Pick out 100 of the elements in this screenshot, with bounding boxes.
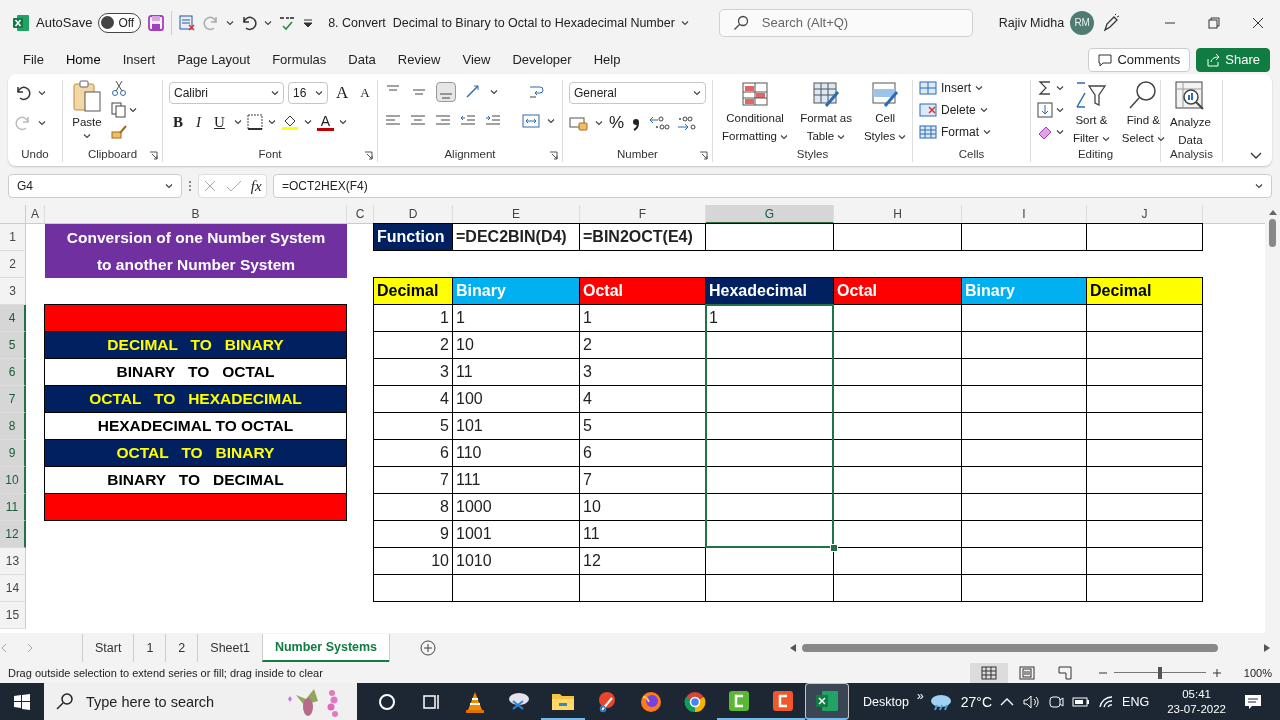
decrease-decimal-icon[interactable] [676, 114, 699, 132]
ribbon-tab[interactable]: Review [388, 47, 450, 72]
sheet-tab[interactable]: Sheet1 [197, 634, 262, 662]
sum-icon[interactable] [1037, 80, 1053, 96]
dialog-launcher-icon[interactable] [549, 151, 558, 160]
toolbar-more[interactable]: » [916, 688, 924, 703]
ribbon-tab[interactable]: Page Layout [168, 47, 260, 72]
customize-icon[interactable] [302, 16, 315, 29]
caret-icon[interactable] [490, 89, 498, 95]
borders-icon[interactable] [246, 114, 263, 130]
sheet-tab[interactable]: 1 [133, 634, 166, 662]
row-header[interactable]: 12 [0, 521, 26, 548]
caret-icon[interactable] [979, 107, 988, 113]
font-color-button[interactable]: A [316, 113, 335, 131]
save-icon[interactable] [147, 13, 166, 32]
horizontal-scrollbar[interactable] [790, 641, 1270, 655]
collapse-ribbon-icon[interactable] [1250, 152, 1262, 160]
speaker-icon[interactable] [1022, 693, 1041, 710]
caret-icon[interactable] [975, 85, 983, 91]
cell-styles-button[interactable]: Cell Styles [860, 80, 910, 144]
conditional-formatting-button[interactable]: Conditional Formatting [719, 80, 792, 144]
autosave-toggle[interactable]: Off [98, 12, 142, 33]
zoom-thumb[interactable] [1157, 667, 1162, 679]
bold-button[interactable]: B [169, 113, 187, 131]
dialog-launcher-icon[interactable] [364, 151, 373, 160]
camera-icon[interactable] [1048, 693, 1065, 710]
caret-icon[interactable] [129, 107, 137, 113]
taskbar-search-field[interactable]: Type here to search [44, 683, 357, 720]
ribbon-tab[interactable]: Help [584, 47, 630, 72]
row-header[interactable]: 2 [0, 251, 26, 278]
fill-down-icon[interactable] [1037, 102, 1053, 118]
caret-icon[interactable] [264, 19, 273, 26]
scroll-right-icon[interactable] [1264, 644, 1270, 652]
format-as-table-button[interactable]: Format as Table [797, 80, 855, 144]
row-header[interactable]: 5 [0, 332, 26, 359]
user-avatar[interactable]: RM [1070, 10, 1095, 35]
ribbon-tab[interactable]: Home [56, 47, 110, 72]
caret-icon[interactable] [1255, 183, 1263, 189]
restore-icon[interactable] [1208, 16, 1220, 29]
caret-icon[interactable] [595, 120, 603, 126]
row-header[interactable]: 15 [0, 602, 26, 629]
row-header[interactable]: 8 [0, 413, 26, 440]
ribbon-tab[interactable]: View [453, 47, 500, 72]
clock[interactable]: 05:41 23-07-2022 [1167, 686, 1226, 717]
caret-icon[interactable] [1056, 107, 1064, 113]
cut-icon[interactable] [111, 80, 127, 96]
language-indicator[interactable]: ENG [1122, 694, 1150, 709]
row-header[interactable]: 9 [0, 440, 26, 467]
row-header[interactable]: 10 [0, 467, 26, 494]
search-field[interactable]: Search (Alt+Q) [718, 8, 973, 37]
column-header[interactable]: A [26, 205, 45, 224]
caret-icon[interactable] [780, 134, 789, 140]
format-painter-icon[interactable] [111, 124, 127, 140]
ribbon-tab[interactable]: Developer [503, 47, 581, 72]
dialog-launcher-icon[interactable] [699, 151, 708, 160]
form-icon[interactable] [178, 13, 197, 32]
dialog-launcher-icon[interactable] [149, 151, 158, 160]
row-header[interactable]: 14 [0, 575, 26, 602]
sheet-tab[interactable]: 2 [165, 634, 198, 662]
more-icon[interactable] [188, 179, 192, 193]
delete-button[interactable]: Delete [919, 102, 988, 118]
caret-icon[interactable] [38, 90, 46, 96]
insert-button[interactable]: Insert [919, 80, 983, 96]
ribbon-tab[interactable]: Data [339, 47, 385, 72]
paste-button[interactable]: Paste [69, 80, 105, 139]
close-icon[interactable] [1252, 16, 1264, 29]
ribbon-tab[interactable]: Insert [113, 47, 165, 72]
caret-icon[interactable] [983, 129, 991, 135]
currency-icon[interactable] [569, 115, 589, 131]
share-button[interactable]: Share [1196, 47, 1270, 72]
name-box[interactable]: G4 [8, 174, 182, 198]
caret-icon[interactable] [303, 119, 312, 125]
caret-icon[interactable] [165, 183, 173, 189]
caret-icon[interactable] [1056, 85, 1064, 91]
font-size-dropdown[interactable]: 16 [288, 82, 328, 104]
view-button[interactable] [969, 663, 1008, 683]
eraser-icon[interactable] [1037, 124, 1053, 140]
merge-icon[interactable] [522, 112, 540, 130]
caret-icon[interactable] [693, 90, 701, 96]
caret-icon[interactable] [339, 119, 348, 125]
row-header[interactable]: 4 [0, 305, 26, 332]
desktop-toolbar[interactable]: Desktop [863, 694, 909, 709]
scroll-thumb[interactable] [1269, 219, 1276, 247]
decrease-font-button[interactable]: A [356, 85, 374, 101]
formula-field[interactable]: =OCT2HEX(F4) [273, 174, 1272, 198]
chevron-up-icon[interactable] [1000, 696, 1015, 707]
row-header[interactable]: 11 [0, 494, 26, 521]
scroll-left-icon[interactable] [790, 644, 796, 652]
font-dropdown[interactable]: Calibri [169, 82, 284, 104]
copy-icon[interactable] [111, 102, 127, 118]
caret-icon[interactable] [1101, 136, 1110, 142]
column-header[interactable]: C [347, 205, 374, 224]
caret-icon[interactable] [233, 119, 242, 125]
caret-icon[interactable] [837, 134, 846, 140]
find-select-button[interactable]: Find & Select [1118, 80, 1168, 146]
analyze-data-button[interactable]: Analyze Data [1167, 80, 1214, 148]
number-format-dropdown[interactable]: General [569, 82, 706, 104]
italic-button[interactable]: I [192, 113, 205, 131]
sheet-tab[interactable]: Start [82, 634, 134, 662]
caret-icon[interactable] [315, 90, 323, 96]
